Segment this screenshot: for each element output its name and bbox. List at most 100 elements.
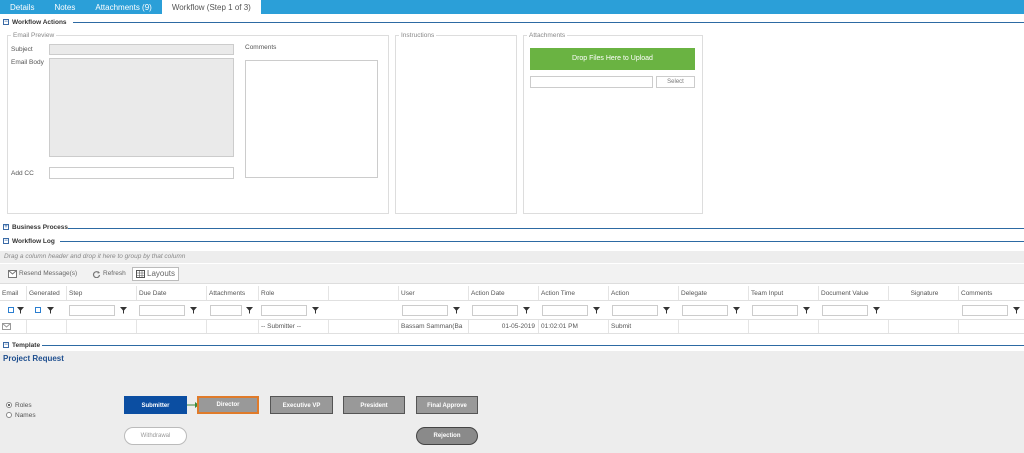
col-delegate[interactable]: Delegate	[678, 286, 748, 300]
project-request-title: Project Request	[3, 354, 64, 363]
col-comments[interactable]: Comments	[958, 286, 1024, 300]
row-action-date-cell: 01-05-2019	[468, 320, 538, 333]
collapse-icon[interactable]: −	[3, 19, 9, 25]
divider	[42, 345, 1024, 346]
col-action[interactable]: Action	[608, 286, 678, 300]
node-final-approve[interactable]: Final Approve	[416, 396, 478, 414]
col-action-time[interactable]: Action Time	[538, 286, 608, 300]
col-blank[interactable]	[328, 286, 398, 300]
col-action-date[interactable]: Action Date	[468, 286, 538, 300]
col-signature[interactable]: Signature	[888, 286, 958, 300]
col-generated[interactable]: Generated	[26, 286, 66, 300]
layouts-button[interactable]: Layouts	[132, 267, 180, 281]
delegate-filter-input[interactable]	[682, 305, 728, 316]
due-date-filter-input[interactable]	[139, 305, 185, 316]
row-email-cell[interactable]	[0, 320, 26, 333]
action-time-filter-input[interactable]	[542, 305, 588, 316]
add-cc-field[interactable]	[49, 167, 234, 179]
comments-field[interactable]	[245, 60, 378, 178]
filter-icon[interactable]	[312, 307, 319, 314]
step-filter-input[interactable]	[69, 305, 115, 316]
grid-filter-row	[0, 301, 1024, 320]
node-president[interactable]: President	[343, 396, 405, 414]
tab-workflow[interactable]: Workflow (Step 1 of 3)	[161, 0, 261, 14]
attachments-filter-input[interactable]	[210, 305, 242, 316]
col-due-date[interactable]: Due Date	[136, 286, 206, 300]
row-action-cell: Submit	[608, 320, 678, 333]
comments-filter-input[interactable]	[962, 305, 1008, 316]
names-radio[interactable]	[6, 412, 12, 418]
col-team-input[interactable]: Team Input	[748, 286, 818, 300]
row-step-cell	[66, 320, 136, 333]
add-cc-label: Add CC	[11, 170, 34, 177]
col-document-value[interactable]: Document Value	[818, 286, 888, 300]
row-signature-cell	[888, 320, 958, 333]
group-by-hint[interactable]: Drag a column header and drop it here to…	[0, 251, 1024, 263]
filter-icon[interactable]	[246, 307, 253, 314]
roles-radio[interactable]	[6, 402, 12, 408]
names-radio-label: Names	[15, 412, 36, 419]
collapse-icon[interactable]: −	[3, 238, 9, 244]
tab-details[interactable]: Details	[0, 0, 44, 14]
node-executive-vp[interactable]: Executive VP	[270, 396, 333, 414]
col-email[interactable]: Email	[0, 286, 26, 300]
filter-icon[interactable]	[873, 307, 880, 314]
email-preview-legend: Email Preview	[11, 32, 57, 39]
email-body-label: Email Body	[11, 59, 44, 66]
log-toolbar: Resend Message(s) Refresh Layouts	[0, 264, 1024, 284]
subject-label: Subject	[11, 46, 33, 53]
expand-icon[interactable]: +	[3, 224, 9, 230]
col-user[interactable]: User	[398, 286, 468, 300]
filter-icon[interactable]	[663, 307, 670, 314]
email-filter-checkbox[interactable]	[8, 307, 14, 313]
action-date-filter-input[interactable]	[472, 305, 518, 316]
business-process-header[interactable]: + Business Process	[3, 222, 68, 232]
tab-attachments[interactable]: Attachments (9)	[85, 0, 161, 14]
envelope-icon	[8, 270, 17, 278]
resend-button[interactable]: Resend Message(s)	[8, 268, 77, 280]
tab-notes[interactable]: Notes	[44, 0, 85, 14]
envelope-icon[interactable]	[2, 323, 11, 330]
filter-icon[interactable]	[803, 307, 810, 314]
action-filter-input[interactable]	[612, 305, 658, 316]
col-step[interactable]: Step	[66, 286, 136, 300]
filter-icon[interactable]	[47, 307, 54, 314]
workflow-actions-header[interactable]: − Workflow Actions	[3, 17, 67, 27]
workflow-log-header[interactable]: − Workflow Log	[3, 236, 55, 246]
team-input-filter-input[interactable]	[752, 305, 798, 316]
role-filter-input[interactable]	[261, 305, 307, 316]
file-name-field[interactable]	[530, 76, 653, 88]
node-director[interactable]: Director	[197, 396, 259, 414]
refresh-icon	[92, 271, 101, 278]
resend-label: Resend Message(s)	[19, 270, 78, 277]
document-value-filter-input[interactable]	[822, 305, 868, 316]
refresh-button[interactable]: Refresh	[92, 268, 126, 280]
divider	[68, 228, 1024, 229]
table-row[interactable]: -- Submitter -- Bassam Samman(Ba 01-05-2…	[0, 320, 1024, 334]
filter-icon[interactable]	[190, 307, 197, 314]
collapse-icon[interactable]: −	[3, 342, 9, 348]
drop-files-button[interactable]: Drop Files Here to Upload	[530, 48, 695, 70]
col-role[interactable]: Role	[258, 286, 328, 300]
row-action-time-cell: 01:02:01 PM	[538, 320, 608, 333]
subject-field[interactable]	[49, 44, 234, 55]
filter-icon[interactable]	[1013, 307, 1020, 314]
user-filter-input[interactable]	[402, 305, 448, 316]
node-rejection[interactable]: Rejection	[416, 427, 478, 445]
filter-icon[interactable]	[523, 307, 530, 314]
filter-icon[interactable]	[733, 307, 740, 314]
filter-icon[interactable]	[120, 307, 127, 314]
filter-icon[interactable]	[17, 307, 24, 314]
filter-icon[interactable]	[453, 307, 460, 314]
row-delegate-cell	[678, 320, 748, 333]
node-submitter[interactable]: Submitter	[124, 396, 187, 414]
template-header[interactable]: − Template	[3, 340, 40, 350]
row-team-input-cell	[748, 320, 818, 333]
email-body-field[interactable]	[49, 58, 234, 157]
col-attachments[interactable]: Attachments	[206, 286, 258, 300]
node-withdrawal[interactable]: Withdrawal	[124, 427, 187, 445]
select-button[interactable]: Select	[656, 76, 695, 88]
grid-header-row: Email Generated Step Due Date Attachment…	[0, 286, 1024, 301]
filter-icon[interactable]	[593, 307, 600, 314]
generated-filter-checkbox[interactable]	[35, 307, 41, 313]
